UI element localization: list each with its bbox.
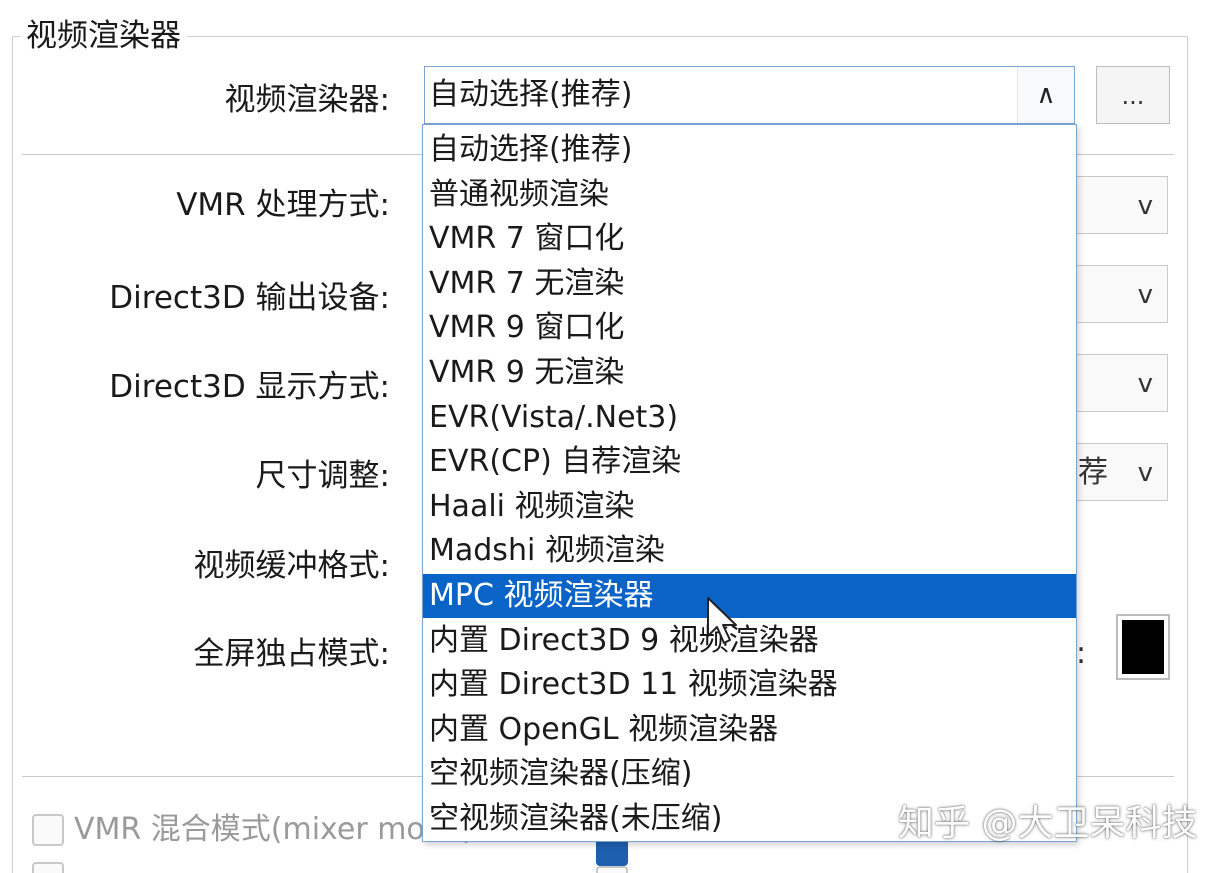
fullscreen-exclusive-label: 全屏独占模式:: [193, 636, 390, 672]
settings-panel: 视频渲染器 视频渲染器: VMR 处理方式: Direct3D 输出设备: Di…: [0, 0, 1228, 873]
d3d-device-label: Direct3D 输出设备:: [109, 280, 390, 316]
background-color-button[interactable]: [1116, 614, 1170, 680]
dropdown-option[interactable]: MPC 视频渲染器: [423, 574, 1076, 618]
renderer-dropdown-list[interactable]: 自动选择(推荐) 普通视频渲染 VMR 7 窗口化 VMR 7 无渲染 VMR 9 窗口…: [422, 124, 1077, 842]
dropdown-option[interactable]: VMR 7 无渲染: [423, 262, 1076, 306]
chevron-down-icon: v: [1137, 280, 1153, 310]
group-title: 视频渲染器: [20, 16, 187, 56]
buffer-format-label: 视频缓冲格式:: [193, 548, 390, 584]
dropdown-option[interactable]: EVR(Vista/.Net3): [423, 396, 1076, 440]
dropdown-option[interactable]: VMR 9 无渲染: [423, 351, 1076, 395]
dropdown-option[interactable]: 空视频渲染器(压缩): [423, 752, 1076, 796]
dropdown-option[interactable]: 自动选择(推荐): [423, 128, 1076, 172]
dropdown-option[interactable]: VMR 7 窗口化: [423, 217, 1076, 261]
color-label-colon: :: [1076, 636, 1087, 671]
checkbox-row2-left[interactable]: [32, 862, 64, 873]
renderer-settings-button[interactable]: ...: [1096, 66, 1170, 124]
dropdown-option[interactable]: 内置 OpenGL 视频渲染器: [423, 708, 1076, 752]
chevron-down-icon: v: [1137, 458, 1153, 488]
dropdown-option[interactable]: Haali 视频渲染: [423, 485, 1076, 529]
renderer-label: 视频渲染器:: [224, 82, 390, 118]
chevron-down-icon: v: [1137, 191, 1153, 221]
resize-select-value: 荐: [1078, 455, 1108, 490]
checkbox-row2-right[interactable]: [596, 866, 628, 873]
chevron-down-icon: v: [1137, 369, 1153, 399]
renderer-select-value: 自动选择(推荐): [429, 77, 633, 112]
dropdown-option[interactable]: 内置 Direct3D 11 视频渲染器: [423, 663, 1076, 707]
chevron-up-icon[interactable]: ∧: [1017, 67, 1074, 123]
watermark-text: 知乎 @大卫呆科技: [898, 803, 1198, 844]
mouse-pointer-icon: [707, 597, 737, 644]
dropdown-option[interactable]: 内置 Direct3D 9 视频渲染器: [423, 619, 1076, 663]
dropdown-option[interactable]: 普通视频渲染: [423, 173, 1076, 217]
color-swatch-fill: [1122, 620, 1164, 674]
vmr-mixer-checkbox[interactable]: [32, 814, 64, 846]
dropdown-option[interactable]: VMR 9 窗口化: [423, 306, 1076, 350]
vmr-mode-label: VMR 处理方式:: [176, 187, 390, 223]
d3d-display-label: Direct3D 显示方式:: [109, 369, 390, 405]
renderer-select[interactable]: 自动选择(推荐) ∧: [424, 66, 1075, 124]
dropdown-option[interactable]: EVR(CP) 自荐渲染: [423, 440, 1076, 484]
resize-label: 尺寸调整:: [255, 458, 390, 494]
vmr-mixer-label: VMR 混合模式(mixer mode): [74, 812, 474, 847]
dropdown-option[interactable]: Madshi 视频渲染: [423, 529, 1076, 573]
